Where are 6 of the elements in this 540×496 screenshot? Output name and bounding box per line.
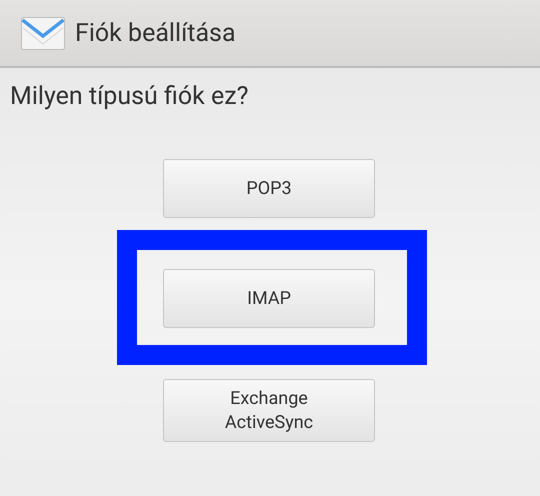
app-title: Fiók beállítása xyxy=(75,18,236,48)
envelope-icon xyxy=(21,16,65,50)
account-type-button[interactable]: POP3 xyxy=(163,159,375,218)
question-text: Milyen típusú fiók ez? xyxy=(9,81,250,113)
account-type-button[interactable]: IMAP xyxy=(163,269,375,328)
account-type-button[interactable]: Exchange ActiveSync xyxy=(163,379,375,442)
